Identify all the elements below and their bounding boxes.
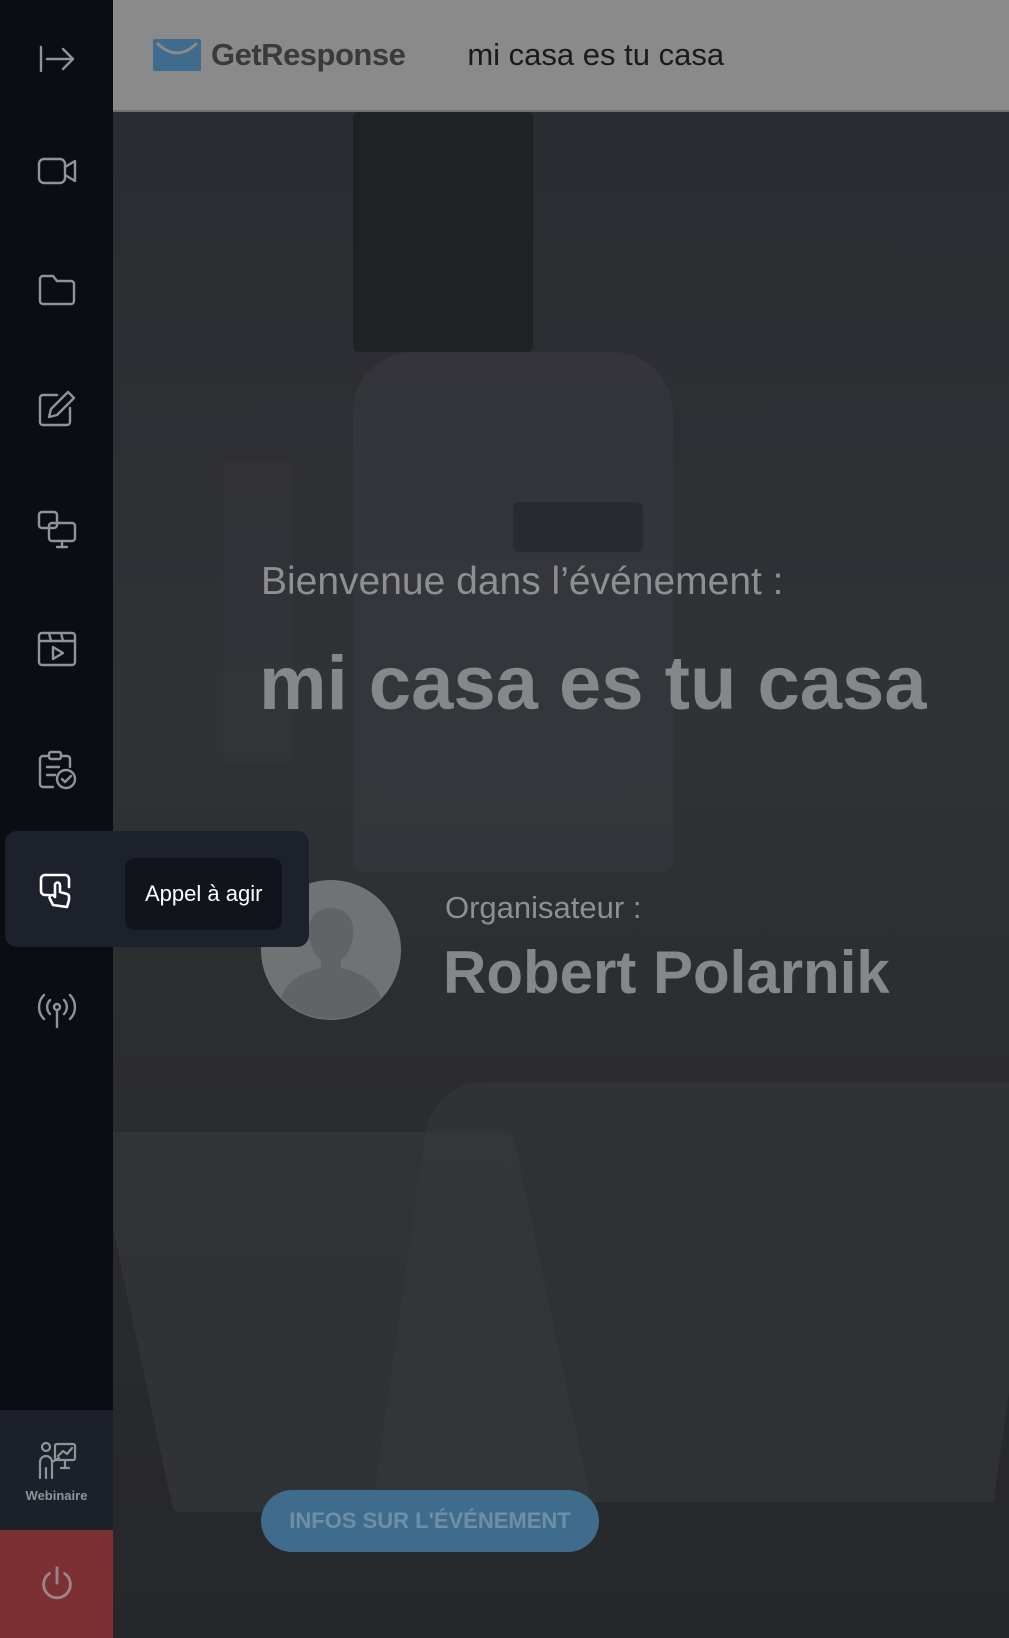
broadcast-icon — [37, 993, 76, 1029]
sidebar-item-broadcast[interactable] — [0, 950, 113, 1068]
event-title: mi casa es tu casa — [259, 641, 927, 726]
tooltip-call-to-action: Appel à agir — [125, 858, 283, 930]
sidebar-item-surveys[interactable] — [0, 710, 113, 828]
background-image-shape — [113, 1132, 594, 1512]
sidebar-item-screen-share[interactable] — [0, 470, 113, 588]
media-player-icon — [37, 631, 76, 667]
presenter-icon — [38, 1441, 76, 1479]
top-header: GetResponse mi casa es tu casa — [113, 0, 1009, 112]
organizer-label: Organisateur : — [445, 890, 642, 925]
envelope-logo-icon — [153, 39, 201, 71]
sidebar-item-media[interactable] — [0, 590, 113, 708]
sidebar-item-call-to-action[interactable] — [0, 832, 113, 950]
background-image-shape — [353, 352, 673, 872]
sidebar-item-webinar[interactable]: Webinaire — [0, 1410, 113, 1530]
leave-button[interactable] — [0, 1530, 113, 1638]
background-image — [353, 112, 533, 352]
event-info-button[interactable]: INFOS SUR L'ÉVÉNEMENT — [261, 1490, 599, 1552]
sidebar: Webinaire — [0, 0, 113, 1638]
collapse-arrow-icon — [39, 45, 74, 73]
header-event-title: mi casa es tu casa — [467, 37, 725, 72]
brand-logo: GetResponse — [153, 37, 406, 73]
screen-share-icon — [37, 510, 76, 549]
welcome-text: Bienvenue dans l’événement : — [261, 560, 784, 603]
folder-icon — [38, 274, 75, 306]
video-camera-icon — [37, 157, 76, 185]
collapse-sidebar-button[interactable] — [0, 0, 113, 118]
background-image-shape — [513, 502, 643, 552]
sidebar-item-notes[interactable] — [0, 350, 113, 468]
call-to-action-icon — [39, 873, 70, 909]
webinar-label: Webinaire — [25, 1487, 88, 1503]
sidebar-item-files[interactable] — [0, 230, 113, 348]
clipboard-check-icon — [38, 750, 76, 790]
brand-name: GetResponse — [211, 37, 406, 72]
organizer-name: Robert Polarnik — [443, 939, 890, 1006]
sidebar-item-video[interactable] — [0, 112, 113, 230]
power-icon — [41, 1566, 72, 1600]
edit-note-icon — [38, 390, 75, 427]
